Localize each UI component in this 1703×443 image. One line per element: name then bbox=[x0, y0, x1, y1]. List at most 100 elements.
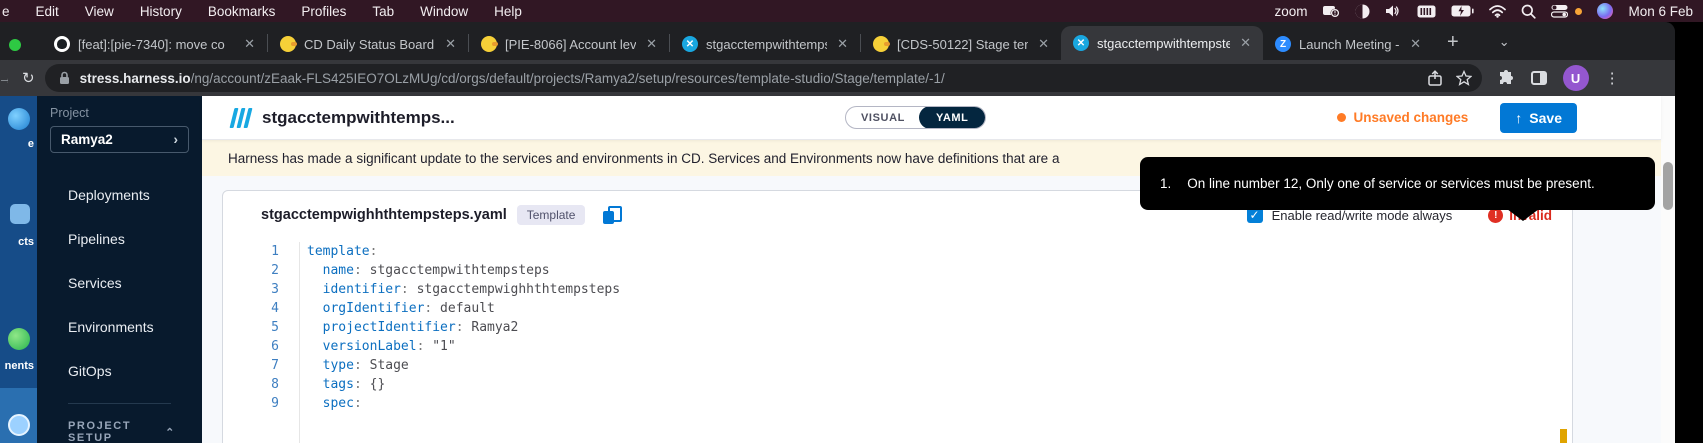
rail-label-fragment[interactable]: e bbox=[28, 138, 34, 150]
traffic-light-green[interactable] bbox=[9, 39, 21, 51]
screen: e Edit View History Bookmarks Profiles T… bbox=[0, 0, 1703, 443]
menubar-clock[interactable]: Mon 6 Feb bbox=[1628, 4, 1693, 19]
menu-items: e Edit View History Bookmarks Profiles T… bbox=[0, 4, 522, 19]
control-center-icon[interactable] bbox=[1551, 0, 1568, 22]
save-button[interactable]: ↑ Save bbox=[1500, 103, 1577, 133]
menu-help[interactable]: Help bbox=[494, 4, 522, 19]
tab-cd-daily-status[interactable]: CD Daily Status Board - Ag ✕ bbox=[268, 28, 468, 60]
side-panel-icon[interactable] bbox=[1531, 71, 1547, 85]
sidebar-item-environments[interactable]: Environments bbox=[37, 309, 202, 345]
overview-ruler-warning-marker bbox=[1560, 429, 1567, 443]
project-selector[interactable]: Ramya2 › bbox=[50, 126, 189, 153]
tab-close-icon[interactable]: ✕ bbox=[1408, 36, 1423, 52]
tab-title: stgacctempwithtempsteps bbox=[706, 37, 827, 52]
line-number: 4 bbox=[223, 299, 279, 318]
forward-button-fragment[interactable]: → bbox=[0, 70, 8, 87]
rail-label-fragment[interactable]: nents bbox=[5, 360, 34, 372]
menu-bookmarks[interactable]: Bookmarks bbox=[208, 4, 276, 19]
tab-pie-8066[interactable]: [PIE-8066] Account level t ✕ bbox=[469, 28, 669, 60]
app-alert-icon[interactable] bbox=[1322, 0, 1340, 22]
tab-harness-template-1[interactable]: stgacctempwithtempsteps ✕ bbox=[670, 28, 860, 60]
tab-title: Launch Meeting - Zoom bbox=[1299, 37, 1400, 52]
menu-edit[interactable]: Edit bbox=[36, 4, 59, 19]
menu-tab[interactable]: Tab bbox=[372, 4, 394, 19]
error-tooltip: 1. On line number 12, Only one of servic… bbox=[1140, 157, 1655, 210]
tab-close-icon[interactable]: ✕ bbox=[1036, 36, 1051, 52]
sidebar-section-project-setup[interactable]: PROJECT SETUP ⌃ bbox=[37, 404, 202, 443]
rail-label-fragment[interactable]: cts bbox=[18, 236, 34, 248]
tab-title: stgacctempwithtempsteps bbox=[1097, 36, 1230, 51]
code-line: 8 tags: {} bbox=[223, 375, 1572, 394]
menu-file-fragment[interactable]: e bbox=[2, 4, 10, 19]
wifi-icon[interactable] bbox=[1489, 0, 1506, 22]
menu-view[interactable]: View bbox=[85, 4, 114, 19]
tab-close-icon[interactable]: ✕ bbox=[443, 36, 458, 52]
project-sidebar: Project Ramya2 › Deployments Pipelines S… bbox=[37, 96, 202, 443]
keyboard-icon[interactable] bbox=[1417, 0, 1436, 22]
save-label: Save bbox=[1529, 110, 1562, 126]
toggle-visual[interactable]: VISUAL bbox=[846, 112, 920, 124]
template-badge: Template bbox=[517, 205, 586, 225]
tab-close-icon[interactable]: ✕ bbox=[644, 36, 659, 52]
tab-harness-template-active[interactable]: stgacctempwithtempsteps ✕ bbox=[1061, 26, 1263, 60]
jira-favicon bbox=[481, 36, 497, 52]
macos-menubar: e Edit View History Bookmarks Profiles T… bbox=[0, 0, 1703, 22]
sidebar-item-services[interactable]: Services bbox=[37, 265, 202, 301]
toggle-yaml[interactable]: YAML bbox=[919, 106, 986, 129]
tab-github-pr[interactable]: [feat]:[pie-7340]: move co ✕ bbox=[42, 28, 267, 60]
bookmark-star-icon[interactable] bbox=[1456, 70, 1472, 86]
extensions-puzzle-icon[interactable] bbox=[1498, 70, 1515, 87]
line-number: 3 bbox=[223, 280, 279, 299]
line-number: 6 bbox=[223, 337, 279, 356]
tooltip-text: On line number 12, Only one of service o… bbox=[1187, 176, 1594, 191]
tab-title: CD Daily Status Board - Ag bbox=[304, 37, 435, 52]
harness-favicon bbox=[1073, 35, 1089, 51]
share-icon[interactable] bbox=[1428, 70, 1442, 86]
circle-notch-icon[interactable] bbox=[1355, 0, 1370, 22]
tab-close-icon[interactable]: ✕ bbox=[242, 36, 257, 52]
page-title: stgacctempwithtemps... bbox=[262, 108, 455, 128]
battery-charging-icon[interactable] bbox=[1451, 0, 1474, 22]
scrollbar-thumb[interactable] bbox=[1663, 162, 1673, 210]
code-line: 4 orgIdentifier: default bbox=[223, 299, 1572, 318]
url-host: stress.harness.io bbox=[80, 71, 191, 86]
tab-search-chevron-icon[interactable]: ⌄ bbox=[1499, 34, 1510, 60]
home-module-icon[interactable] bbox=[8, 108, 30, 130]
deployments-module-icon[interactable] bbox=[8, 328, 30, 350]
lock-icon[interactable] bbox=[59, 71, 70, 85]
profile-avatar[interactable]: U bbox=[1563, 65, 1589, 91]
menu-window[interactable]: Window bbox=[420, 4, 468, 19]
project-label: Project bbox=[50, 106, 202, 120]
browser-menu-kebab-icon[interactable]: ⋮ bbox=[1605, 69, 1620, 87]
copy-icon[interactable] bbox=[603, 206, 619, 224]
projects-module-icon[interactable] bbox=[10, 204, 30, 224]
jira-favicon bbox=[280, 36, 296, 52]
code-line: 3 identifier: stgacctempwighhthtempsteps bbox=[223, 280, 1572, 299]
search-icon[interactable] bbox=[1521, 0, 1536, 22]
menu-profiles[interactable]: Profiles bbox=[301, 4, 346, 19]
code-line: 5 projectIdentifier: Ramya2 bbox=[223, 318, 1572, 337]
unsaved-label: Unsaved changes bbox=[1354, 110, 1469, 125]
tab-close-icon[interactable]: ✕ bbox=[1238, 35, 1253, 51]
sidebar-item-pipelines[interactable]: Pipelines bbox=[37, 221, 202, 257]
line-number: 1 bbox=[223, 242, 279, 261]
sidebar-item-deployments[interactable]: Deployments bbox=[37, 177, 202, 213]
up-arrow-icon: ↑ bbox=[1515, 110, 1522, 126]
tab-cds-50122[interactable]: [CDS-50122] Stage templa ✕ bbox=[861, 28, 1061, 60]
siri-icon[interactable] bbox=[1597, 3, 1613, 19]
volume-icon[interactable] bbox=[1385, 0, 1402, 22]
sidebar-item-gitops[interactable]: GitOps bbox=[37, 353, 202, 389]
zoom-menu-label[interactable]: zoom bbox=[1274, 4, 1307, 19]
address-bar[interactable]: stress.harness.io/ng/account/zEaak-FLS42… bbox=[45, 64, 1482, 92]
page-scrollbar[interactable] bbox=[1661, 96, 1675, 443]
active-module-highlight[interactable] bbox=[0, 388, 37, 443]
project-name: Ramya2 bbox=[61, 132, 113, 147]
tab-close-icon[interactable]: ✕ bbox=[835, 36, 850, 52]
yaml-editor[interactable]: 1template: 2 name: stgacctempwithtempste… bbox=[223, 239, 1572, 413]
section-label: PROJECT SETUP bbox=[68, 420, 165, 443]
tab-zoom-meeting[interactable]: Launch Meeting - Zoom ✕ bbox=[1263, 28, 1433, 60]
code-line: 6 versionLabel: "1" bbox=[223, 337, 1572, 356]
reload-button[interactable]: ↻ bbox=[22, 69, 35, 87]
menu-history[interactable]: History bbox=[140, 4, 182, 19]
new-tab-button[interactable]: + bbox=[1433, 31, 1473, 60]
